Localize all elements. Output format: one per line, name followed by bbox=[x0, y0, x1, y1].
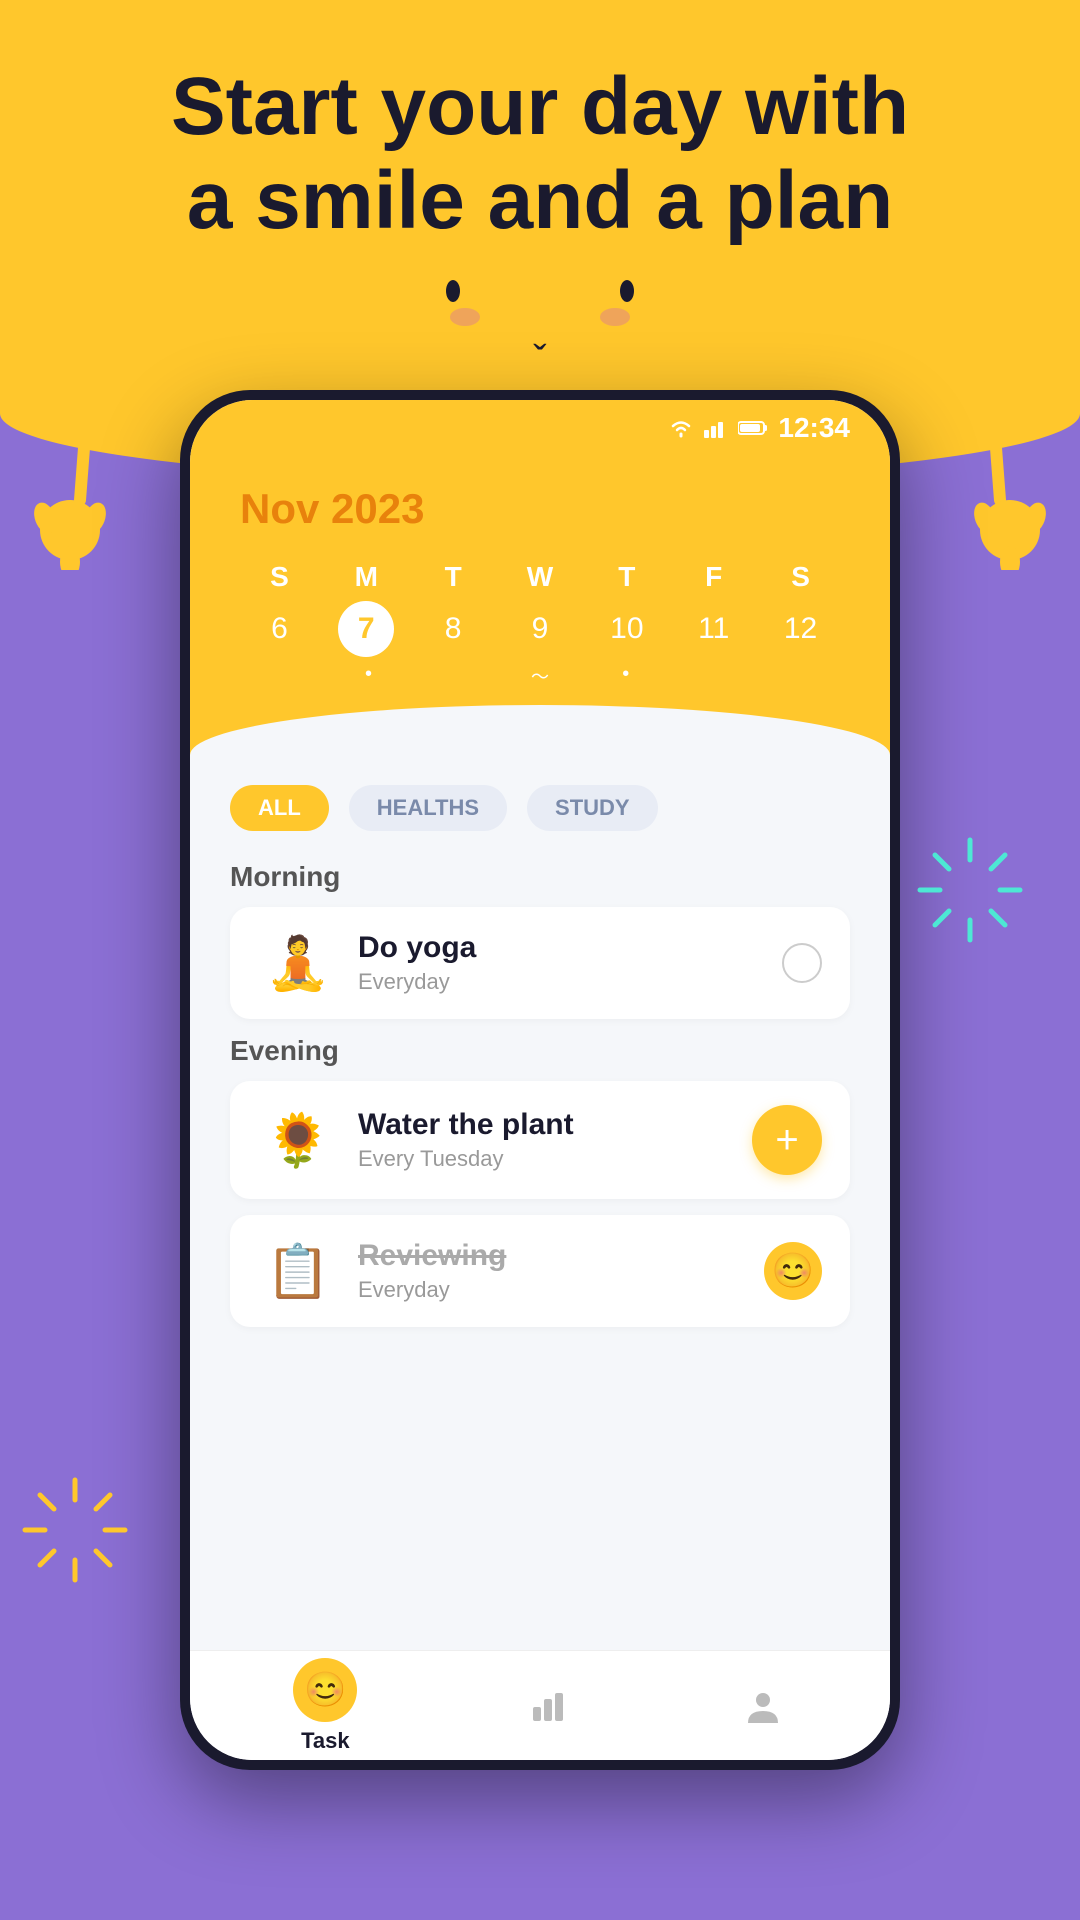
cal-header-W: W bbox=[501, 553, 580, 601]
cal-day-9[interactable]: 9 bbox=[512, 601, 568, 657]
calendar-section: Nov 2023 S M T W T F S 6 7 8 9 10 11 12 bbox=[190, 455, 890, 705]
wave-wed: ～ bbox=[497, 663, 583, 689]
task-do-yoga[interactable]: 🧘 Do yoga Everyday bbox=[230, 907, 850, 1019]
nav-profile[interactable] bbox=[739, 1682, 787, 1730]
nav-task[interactable]: 😊 Task bbox=[293, 1658, 357, 1754]
status-time: 12:34 bbox=[778, 412, 850, 444]
task-review-emoji: 📋 bbox=[258, 1241, 338, 1302]
task-reviewing[interactable]: 📋 Reviewing Everyday 😊 bbox=[230, 1215, 850, 1327]
left-arm-decoration bbox=[20, 370, 120, 570]
wifi-icon bbox=[668, 418, 694, 438]
nav-stats-icon[interactable] bbox=[524, 1682, 572, 1730]
header-section: Start your day with a smile and a plan bbox=[0, 60, 1080, 249]
dot-thu: • bbox=[583, 663, 669, 689]
add-task-button[interactable]: + bbox=[752, 1105, 822, 1175]
nav-stats[interactable] bbox=[524, 1682, 572, 1730]
cal-header-S1: S bbox=[240, 553, 319, 601]
signal-icon bbox=[704, 418, 728, 438]
task-plant-emoji: 🌻 bbox=[258, 1110, 338, 1171]
task-plant-title: Water the plant bbox=[358, 1108, 732, 1142]
face-eyes bbox=[446, 280, 634, 302]
phone-mockup: 12:34 Nov 2023 S M T W T F S 6 7 8 9 10 … bbox=[180, 390, 900, 1770]
dot-tue: • bbox=[326, 663, 412, 689]
bottom-navigation: 😊 Task bbox=[190, 1650, 890, 1760]
nav-task-label: Task bbox=[301, 1728, 350, 1754]
status-bar: 12:34 bbox=[190, 400, 890, 455]
cal-day-10[interactable]: 10 bbox=[599, 601, 655, 657]
status-icons: 12:34 bbox=[668, 412, 850, 444]
cal-header-T1: T bbox=[414, 553, 493, 601]
cal-day-11[interactable]: 11 bbox=[686, 601, 742, 657]
filter-study[interactable]: STUDY bbox=[527, 785, 658, 831]
cal-day-7[interactable]: 7 bbox=[338, 601, 394, 657]
nav-profile-icon[interactable] bbox=[739, 1682, 787, 1730]
filter-row: ALL HEALTHS STUDY bbox=[230, 785, 850, 831]
task-review-info: Reviewing Everyday bbox=[358, 1239, 744, 1303]
cal-header-T2: T bbox=[587, 553, 666, 601]
task-plant-info: Water the plant Every Tuesday bbox=[358, 1108, 732, 1172]
main-content: ALL HEALTHS STUDY Morning 🧘 Do yoga Ever… bbox=[190, 755, 890, 1650]
calendar-days[interactable]: 6 7 8 9 10 11 12 bbox=[240, 601, 840, 657]
cal-day-6[interactable]: 6 bbox=[251, 601, 307, 657]
task-yoga-check[interactable] bbox=[782, 943, 822, 983]
cal-header-F: F bbox=[674, 553, 753, 601]
task-yoga-title: Do yoga bbox=[358, 931, 762, 965]
right-arm-decoration bbox=[960, 370, 1060, 570]
right-eye bbox=[620, 280, 634, 302]
face-mouth: ˇ bbox=[533, 338, 546, 383]
section-morning: Morning bbox=[230, 861, 850, 893]
phone-screen: 12:34 Nov 2023 S M T W T F S 6 7 8 9 10 … bbox=[190, 400, 890, 1760]
task-yoga-emoji: 🧘 bbox=[258, 933, 338, 994]
calendar-day-headers: S M T W T F S bbox=[240, 553, 840, 601]
calendar-dots: • ～ • bbox=[240, 657, 840, 705]
task-done-smile[interactable]: 😊 bbox=[764, 1242, 822, 1300]
battery-icon bbox=[738, 420, 768, 436]
filter-all[interactable]: ALL bbox=[230, 785, 329, 831]
filter-healths[interactable]: HEALTHS bbox=[349, 785, 507, 831]
header-title: Start your day with a smile and a plan bbox=[0, 60, 1080, 249]
wave-separator bbox=[190, 705, 890, 755]
task-review-subtitle: Everyday bbox=[358, 1277, 744, 1303]
right-cheek bbox=[600, 308, 630, 326]
cyan-sparkle-decoration bbox=[910, 830, 1030, 950]
left-eye bbox=[446, 280, 460, 302]
face-cheeks bbox=[450, 308, 630, 326]
left-cheek bbox=[450, 308, 480, 326]
cal-header-M: M bbox=[327, 553, 406, 601]
task-yoga-info: Do yoga Everyday bbox=[358, 931, 762, 995]
task-water-plant[interactable]: 🌻 Water the plant Every Tuesday + bbox=[230, 1081, 850, 1199]
cal-day-8[interactable]: 8 bbox=[425, 601, 481, 657]
task-review-title: Reviewing bbox=[358, 1239, 744, 1273]
month-year-label: Nov 2023 bbox=[240, 485, 840, 533]
smiley-face-decoration: ˇ bbox=[446, 280, 634, 383]
cal-day-12[interactable]: 12 bbox=[773, 601, 829, 657]
cal-header-S2: S bbox=[761, 553, 840, 601]
task-yoga-subtitle: Everyday bbox=[358, 969, 762, 995]
yellow-sparkle-decoration bbox=[15, 1470, 135, 1590]
nav-task-icon[interactable]: 😊 bbox=[293, 1658, 357, 1722]
task-plant-subtitle: Every Tuesday bbox=[358, 1146, 732, 1172]
section-evening: Evening bbox=[230, 1035, 850, 1067]
